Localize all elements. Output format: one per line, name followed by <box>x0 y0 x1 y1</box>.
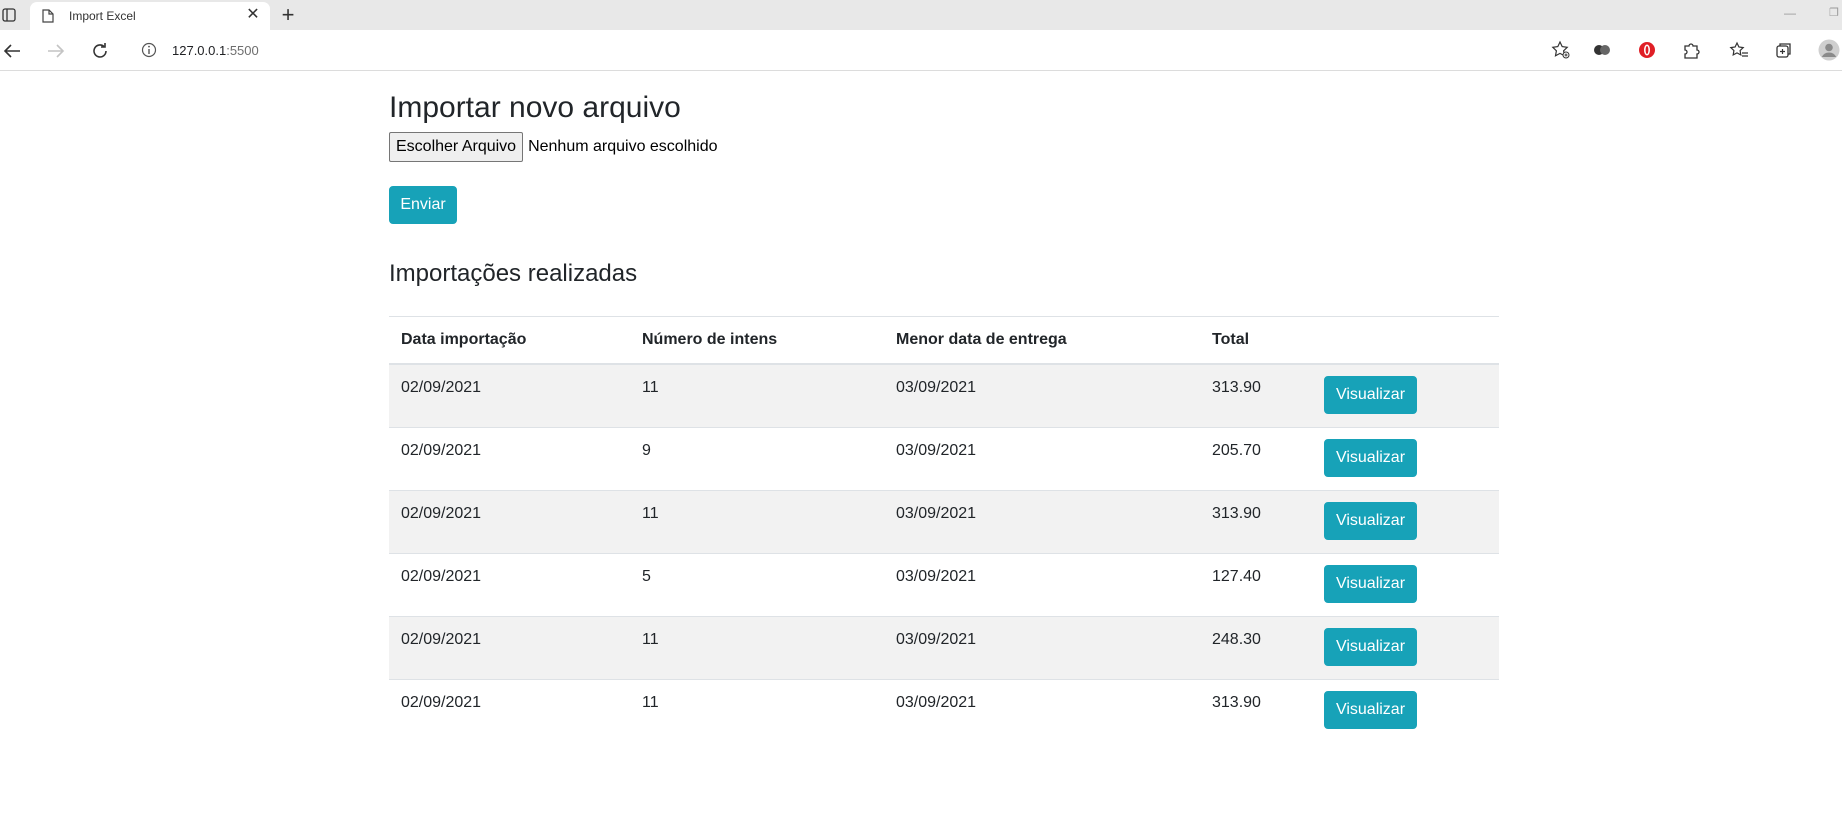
cell-action: Visualizar <box>1312 490 1499 553</box>
browser-tab[interactable]: Import Excel ✕ <box>30 2 270 30</box>
choose-file-button[interactable]: Escolher Arquivo <box>389 132 524 162</box>
favorites-icon[interactable] <box>1727 38 1751 62</box>
page-title: Importar novo arquivo <box>389 91 681 124</box>
address-bar[interactable]: 127.0.0.1:5500 <box>127 34 1577 66</box>
collections-icon[interactable] <box>1772 38 1796 62</box>
page-icon <box>42 9 54 28</box>
cell-data-importacao: 02/09/2021 <box>401 693 482 711</box>
cell-numero-itens: 11 <box>642 630 659 648</box>
cell-menor-data: 03/09/2021 <box>896 693 977 711</box>
cell-numero-itens: 11 <box>642 693 659 711</box>
table-row: 02/09/2021 11 03/09/2021 313.90 Visualiz… <box>389 364 1499 427</box>
file-input: Escolher Arquivo Nenhum arquivo escolhid… <box>389 132 718 162</box>
cell-action: Visualizar <box>1312 364 1499 427</box>
cell-action: Visualizar <box>1312 553 1499 616</box>
cell-data-importacao: 02/09/2021 <box>401 630 482 648</box>
view-button[interactable]: Visualizar <box>1324 501 1417 540</box>
view-button[interactable]: Visualizar <box>1324 376 1417 414</box>
header-total: Total <box>1212 331 1250 348</box>
cell-numero-itens: 5 <box>642 567 651 585</box>
cell-total: 313.90 <box>1212 379 1261 396</box>
close-tab-icon[interactable]: ✕ <box>244 6 262 24</box>
cell-total: 248.30 <box>1212 630 1261 648</box>
puzzle-icon[interactable] <box>1679 38 1703 62</box>
section-title: Importações realizadas <box>389 260 638 287</box>
table-header-row: Data importação Número de intens Menor d… <box>389 316 1499 365</box>
forward-icon <box>44 39 68 63</box>
table-row: 02/09/2021 5 03/09/2021 127.40 Visualiza… <box>389 553 1499 616</box>
cell-data-importacao: 02/09/2021 <box>401 504 482 522</box>
reload-icon[interactable] <box>88 39 112 63</box>
view-button[interactable]: Visualizar <box>1324 690 1417 729</box>
cell-total: 313.90 <box>1212 693 1261 711</box>
cell-menor-data: 03/09/2021 <box>896 630 977 648</box>
cell-menor-data: 03/09/2021 <box>896 567 977 585</box>
header-data-importacao: Data importação <box>401 331 527 348</box>
browser-tab-bar: Import Excel ✕ + — ❐ <box>0 0 1842 30</box>
table-row: 02/09/2021 11 03/09/2021 313.90 Visualiz… <box>389 490 1499 553</box>
header-numero-itens: Número de intens <box>642 331 778 348</box>
new-tab-icon[interactable]: + <box>276 4 300 26</box>
cell-menor-data: 03/09/2021 <box>896 441 977 459</box>
table-row: 02/09/2021 9 03/09/2021 205.70 Visualiza… <box>389 427 1499 490</box>
info-icon[interactable] <box>141 42 157 63</box>
imports-table: Data importação Número de intens Menor d… <box>389 316 1499 742</box>
minimize-icon[interactable]: — <box>1782 6 1798 22</box>
cell-menor-data: 03/09/2021 <box>896 379 977 396</box>
tab-actions-icon[interactable] <box>0 6 18 24</box>
header-menor-data: Menor data de entrega <box>896 331 1067 348</box>
cell-data-importacao: 02/09/2021 <box>401 567 482 585</box>
cell-action: Visualizar <box>1312 616 1499 679</box>
table-row: 02/09/2021 11 03/09/2021 313.90 Visualiz… <box>389 679 1499 742</box>
cell-data-importacao: 02/09/2021 <box>401 441 482 459</box>
send-button[interactable]: Enviar <box>389 186 457 224</box>
add-favorite-icon[interactable] <box>1551 40 1571 65</box>
cell-numero-itens: 11 <box>642 504 659 522</box>
view-button[interactable]: Visualizar <box>1324 564 1417 603</box>
opera-extension-icon[interactable] <box>1635 38 1659 62</box>
address-bar-row: 127.0.0.1:5500 <box>0 30 1842 71</box>
profile-avatar[interactable] <box>1817 38 1841 62</box>
cell-menor-data: 03/09/2021 <box>896 504 977 522</box>
tab-title: Import Excel <box>69 9 136 23</box>
cell-action: Visualizar <box>1312 679 1499 742</box>
file-status-text: Nenhum arquivo escolhido <box>528 138 718 155</box>
cell-action: Visualizar <box>1312 427 1499 490</box>
url-text: 127.0.0.1:5500 <box>172 43 259 58</box>
header-action <box>1312 317 1499 365</box>
cell-total: 205.70 <box>1212 441 1261 459</box>
view-button[interactable]: Visualizar <box>1324 438 1417 477</box>
view-button[interactable]: Visualizar <box>1324 627 1417 666</box>
cell-total: 127.40 <box>1212 567 1261 585</box>
cell-numero-itens: 9 <box>642 441 651 459</box>
cell-total: 313.90 <box>1212 504 1261 522</box>
restore-icon[interactable]: ❐ <box>1827 6 1841 22</box>
extension-icon[interactable] <box>1590 38 1614 62</box>
cell-numero-itens: 11 <box>642 379 659 396</box>
cell-data-importacao: 02/09/2021 <box>401 379 482 396</box>
back-icon[interactable] <box>0 39 24 63</box>
table-row: 02/09/2021 11 03/09/2021 248.30 Visualiz… <box>389 616 1499 679</box>
